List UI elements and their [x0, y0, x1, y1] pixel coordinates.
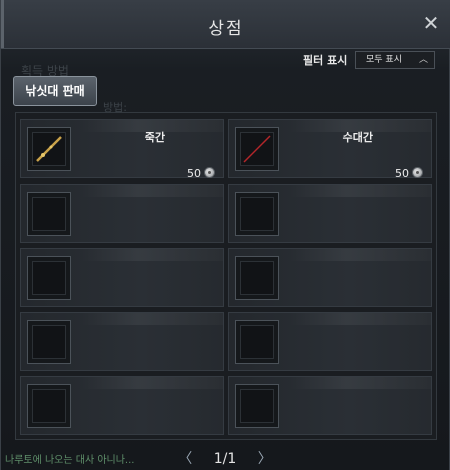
item-slot[interactable]: 죽간 50	[20, 119, 224, 180]
item-icon-frame	[235, 384, 279, 428]
pagination: 〈 1/1 〉	[1, 448, 449, 468]
item-icon-frame	[27, 384, 71, 428]
silver-coin-icon	[204, 167, 215, 178]
empty-item-slot[interactable]	[228, 312, 432, 371]
page-indicator: 1/1	[213, 451, 237, 467]
window-title: 상점	[208, 19, 244, 39]
shop-window: 상점 ✕ 획득 방법 방법: 필터 표시 모두 표시 ︿ 낚싯대 판매 죽간 5…	[0, 0, 450, 470]
item-icon-frame	[235, 320, 279, 364]
filter-selected-value: 모두 표시	[366, 55, 402, 65]
close-button[interactable]: ✕	[421, 11, 441, 35]
item-slot[interactable]: 수대간 50	[228, 119, 432, 180]
item-icon-frame	[235, 127, 279, 171]
empty-item-slot[interactable]	[20, 248, 224, 307]
item-icon-frame	[235, 192, 279, 236]
prev-page-button[interactable]: 〈	[175, 448, 195, 468]
item-icon-frame	[27, 192, 71, 236]
empty-item-slot[interactable]	[228, 184, 432, 243]
empty-item-slot[interactable]	[228, 376, 432, 435]
item-icon-frame	[27, 256, 71, 300]
tab-rod-sale[interactable]: 낚싯대 판매	[13, 76, 97, 106]
item-icon-frame	[235, 256, 279, 300]
empty-item-slot[interactable]	[228, 248, 432, 307]
empty-item-slot[interactable]	[20, 312, 224, 371]
close-icon: ✕	[422, 11, 440, 35]
item-icon-frame	[27, 320, 71, 364]
chevron-up-icon: ︿	[418, 55, 428, 65]
silver-coin-icon	[412, 167, 423, 178]
empty-item-slot[interactable]	[20, 376, 224, 435]
item-price: 50	[395, 167, 409, 180]
item-price: 50	[187, 167, 201, 180]
filter-label: 필터 표시	[303, 54, 348, 67]
item-name: 죽간	[144, 131, 165, 144]
item-icon-frame	[27, 127, 71, 171]
empty-item-slot[interactable]	[20, 184, 224, 243]
title-bar[interactable]: 상점 ✕	[1, 0, 450, 49]
bamboo-rod-icon	[36, 136, 62, 162]
red-rod-icon	[243, 135, 271, 163]
item-grid: 죽간 50 수대간 50	[15, 112, 437, 440]
next-page-button[interactable]: 〉	[255, 448, 275, 468]
item-name: 수대간	[342, 131, 373, 144]
filter-dropdown[interactable]: 모두 표시 ︿	[355, 51, 435, 69]
